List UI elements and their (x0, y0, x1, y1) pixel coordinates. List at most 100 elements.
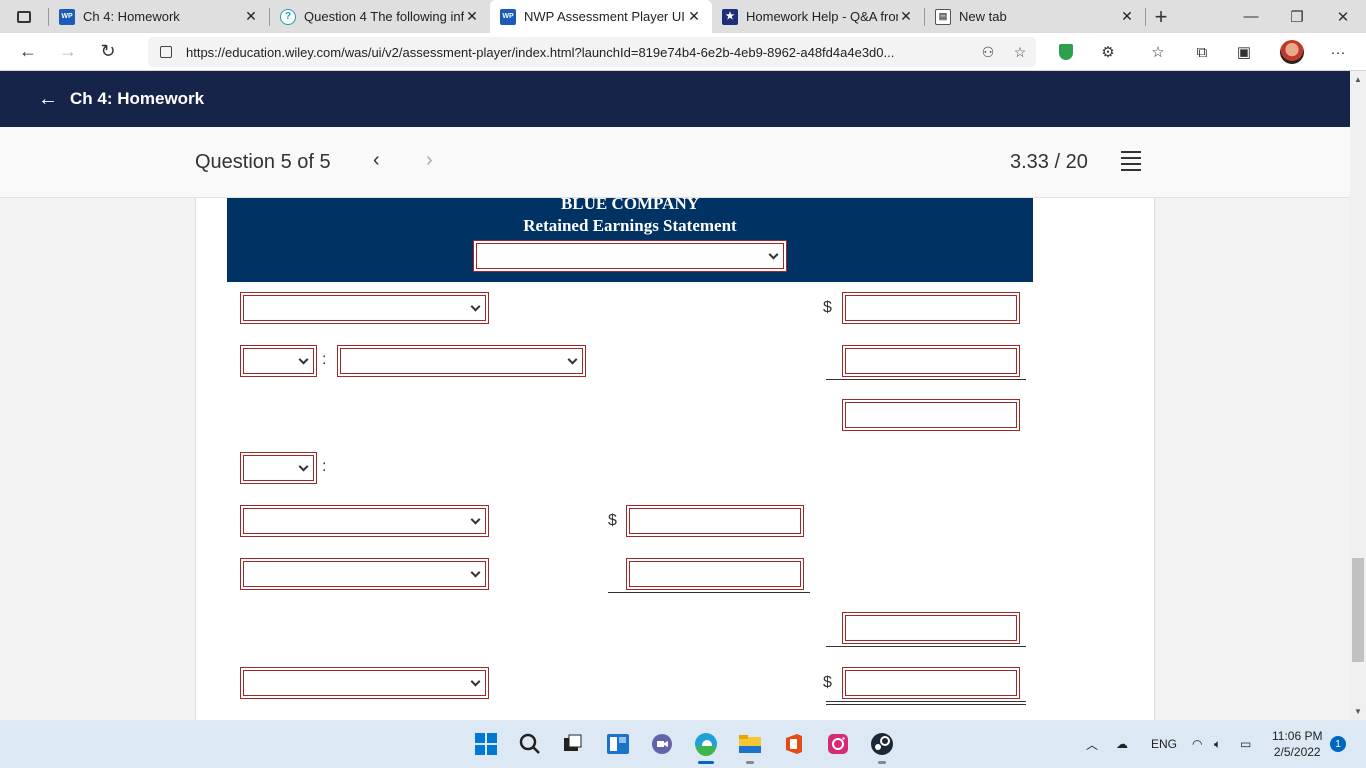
clock-time: 11:06 PM (1272, 729, 1323, 743)
line-item-select-3[interactable] (240, 505, 489, 537)
edge-browser-button[interactable] (690, 728, 722, 764)
minimize-button[interactable]: — (1228, 0, 1274, 33)
screenshot-button[interactable]: ▣ (1224, 33, 1264, 71)
chevron-up-icon[interactable]: ︿ (1086, 736, 1098, 753)
total-double-rule (826, 701, 1026, 702)
page-scrollbar[interactable]: ▲ ▼ (1350, 71, 1366, 720)
add-less-select-1[interactable] (240, 345, 317, 377)
chevron-down-icon (567, 354, 578, 365)
subtotal-rule (608, 592, 810, 593)
system-clock[interactable]: 11:06 PM 2/5/2022 (1272, 728, 1322, 760)
tab-homework-help[interactable]: ★ Homework Help - Q&A from ✕ (712, 0, 924, 33)
amount-input-7[interactable] (842, 667, 1020, 699)
assignment-title-link[interactable]: Ch 4: Homework (70, 89, 204, 109)
amount-input-3[interactable] (842, 399, 1020, 431)
star-favicon-icon: ★ (722, 8, 738, 25)
back-button[interactable]: ← (8, 33, 48, 71)
dollar-sign: $ (823, 674, 832, 691)
tab-new-tab[interactable]: ▤ New tab ✕ (925, 0, 1145, 33)
chat-icon (652, 734, 672, 754)
tab-question-4[interactable]: ? Question 4 The following info ✕ (270, 0, 490, 33)
colon-label: : (322, 351, 327, 368)
widgets-button[interactable] (602, 728, 634, 760)
browser-tab-bar: WP Ch 4: Homework ✕ ? Question 4 The fol… (0, 0, 1366, 33)
windows-taskbar: ︿ ☁ ENG ◠ 🔈︎ ▭ 11:06 PM 2/5/2022 (0, 720, 1366, 768)
chevron-down-icon (298, 461, 309, 472)
profile-button[interactable] (1272, 33, 1312, 71)
steam-button[interactable] (866, 728, 898, 764)
settings-more-button[interactable]: ··· (1318, 33, 1358, 71)
address-bar[interactable]: https://education.wiley.com/was/ui/v2/as… (148, 37, 1036, 67)
adblock-shield-button[interactable] (1046, 33, 1086, 71)
close-window-button[interactable]: ✕ (1320, 0, 1366, 33)
amount-input-4[interactable] (626, 505, 804, 537)
line-item-select-5[interactable] (240, 667, 489, 699)
extensions-button[interactable]: ⚙ (1088, 33, 1128, 71)
avatar (1280, 40, 1304, 64)
task-view-icon (564, 734, 582, 751)
subtotal-rule (826, 379, 1026, 380)
shield-icon (1059, 44, 1073, 60)
add-less-select-2[interactable] (240, 452, 317, 484)
forward-button[interactable]: → (48, 33, 88, 71)
clock-date: 2/5/2022 (1273, 745, 1321, 759)
show-hidden-icons-button[interactable]: ︿ (1086, 720, 1098, 768)
office-icon (786, 734, 802, 754)
lock-icon[interactable] (160, 46, 172, 58)
previous-question-button[interactable]: ‹ (373, 149, 380, 172)
chevron-down-icon (298, 354, 309, 365)
tab-nwp-assessment-player[interactable]: WP NWP Assessment Player UI Ap ✕ (490, 0, 712, 33)
running-indicator (746, 761, 754, 764)
read-aloud-icon[interactable]: ⚇ (972, 44, 1004, 61)
tab-ch4-homework[interactable]: WP Ch 4: Homework ✕ (49, 0, 269, 33)
scroll-up-icon[interactable]: ▲ (1354, 75, 1362, 84)
close-tab-icon[interactable]: ✕ (686, 8, 702, 25)
question-list-icon[interactable] (1121, 151, 1141, 175)
favorites-button[interactable]: ☆ (1138, 33, 1178, 71)
amount-input-6[interactable] (842, 612, 1020, 644)
line-item-select-2[interactable] (337, 345, 586, 377)
amount-input-5[interactable] (626, 558, 804, 590)
battery-icon[interactable]: ▭ (1240, 720, 1251, 768)
add-favorite-icon[interactable]: ☆ (1004, 44, 1036, 61)
office-button[interactable] (778, 728, 810, 760)
steam-icon (871, 733, 893, 755)
restore-button[interactable]: ❐ (1274, 0, 1320, 33)
line-item-select-4[interactable] (240, 558, 489, 590)
scroll-down-icon[interactable]: ▼ (1354, 707, 1362, 716)
new-tab-button[interactable]: + (1146, 0, 1176, 33)
close-tab-icon[interactable]: ✕ (1119, 8, 1135, 25)
instagram-button[interactable] (822, 728, 854, 760)
refresh-button[interactable]: ↻ (88, 33, 128, 71)
total-double-rule (826, 704, 1026, 705)
task-view-button[interactable] (556, 728, 588, 760)
volume-icon[interactable]: 🔈︎ (1214, 720, 1221, 768)
url-text[interactable]: https://education.wiley.com/was/ui/v2/as… (186, 45, 972, 60)
amount-input-1[interactable] (842, 292, 1020, 324)
search-button[interactable] (514, 728, 546, 760)
notification-badge[interactable]: 1 (1330, 736, 1346, 752)
tab-title: Homework Help - Q&A from (746, 9, 898, 24)
file-explorer-button[interactable] (734, 728, 766, 764)
teams-chat-button[interactable] (646, 728, 678, 760)
collections-button[interactable]: ⧉ (1182, 33, 1222, 71)
close-tab-icon[interactable]: ✕ (243, 8, 259, 25)
language-indicator[interactable]: ENG (1151, 720, 1177, 768)
tab-actions-button[interactable] (0, 0, 48, 33)
wifi-icon[interactable]: ◠ (1192, 720, 1202, 768)
colon-label: : (322, 458, 327, 475)
chevron-down-icon (470, 676, 481, 687)
back-arrow-icon[interactable]: ← (38, 88, 58, 111)
period-select[interactable] (473, 240, 787, 272)
scrollbar-thumb[interactable] (1352, 558, 1364, 662)
statement-title: Retained Earnings Statement (523, 216, 737, 235)
statement-header: BLUE COMPANY Retained Earnings Statement (227, 198, 1033, 282)
amount-input-2[interactable] (842, 345, 1020, 377)
question-favicon-icon: ? (280, 8, 296, 25)
next-question-button[interactable]: › (426, 149, 433, 172)
line-item-select-1[interactable] (240, 292, 489, 324)
close-tab-icon[interactable]: ✕ (464, 8, 480, 25)
start-button[interactable] (470, 728, 502, 760)
close-tab-icon[interactable]: ✕ (898, 8, 914, 25)
onedrive-sync-icon[interactable]: ☁ (1116, 720, 1128, 768)
